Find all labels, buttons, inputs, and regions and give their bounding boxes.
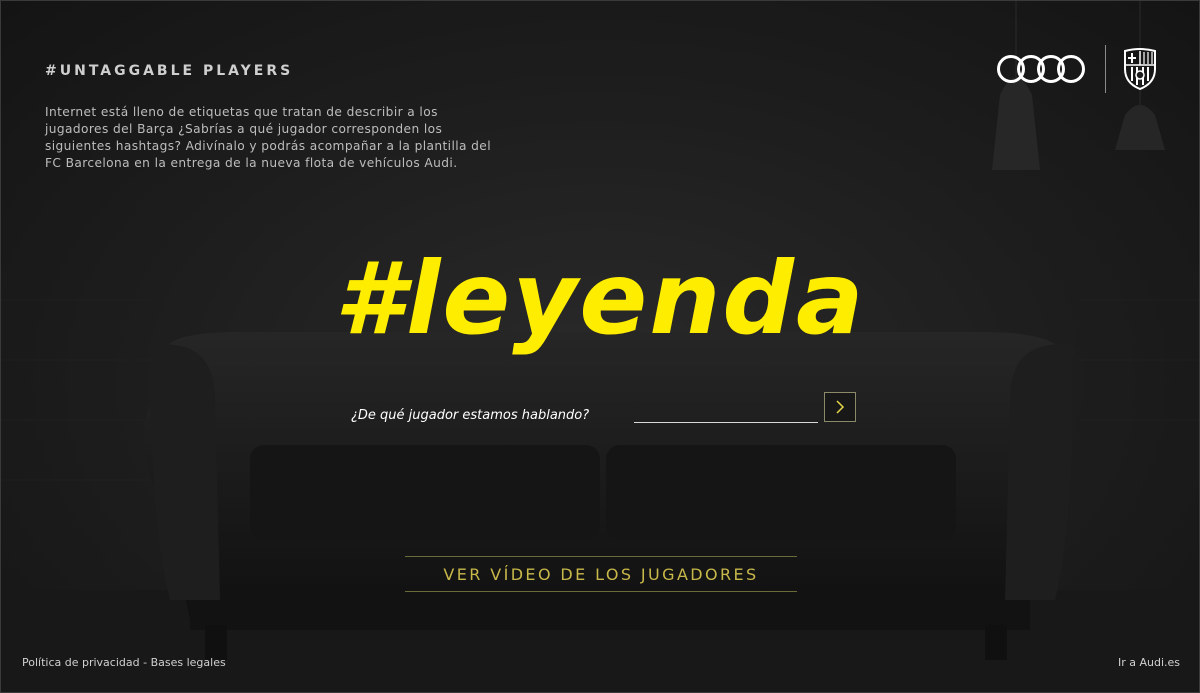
fc-barcelona-crest-icon[interactable] [1120,47,1160,91]
intro-title: #UNTAGGABLE PLAYERS [45,63,294,79]
legal-terms-link[interactable]: Bases legales [151,656,226,669]
sofa-illustration [144,331,1076,660]
chevron-right-icon [836,400,845,414]
player-answer-input[interactable] [634,402,818,423]
logo-divider [1105,45,1106,93]
brand-logos [995,44,1160,94]
go-to-audi-link[interactable]: Ir a Audi.es [1118,656,1180,669]
hashtag-title: #leyenda [334,240,866,357]
page-background: #UNTAGGABLE PLAYERS Internet está lleno … [0,0,1200,693]
audi-rings-icon[interactable] [995,53,1087,85]
footer-separator: - [139,656,151,669]
footer-audi-link-container: Ir a Audi.es [1118,656,1180,669]
footer-legal-links: Política de privacidad - Bases legales [22,656,226,669]
watch-players-video-label: VER VÍDEO DE LOS JUGADORES [443,564,759,584]
privacy-policy-link[interactable]: Política de privacidad [22,656,140,669]
question-label: ¿De qué jugador estamos hablando? [351,408,590,423]
guess-form: ¿De qué jugador estamos hablando? [351,392,871,424]
submit-answer-button[interactable] [824,392,856,422]
watch-players-video-button[interactable]: VER VÍDEO DE LOS JUGADORES [405,556,797,592]
intro-description: Internet está lleno de etiquetas que tra… [45,105,491,170]
